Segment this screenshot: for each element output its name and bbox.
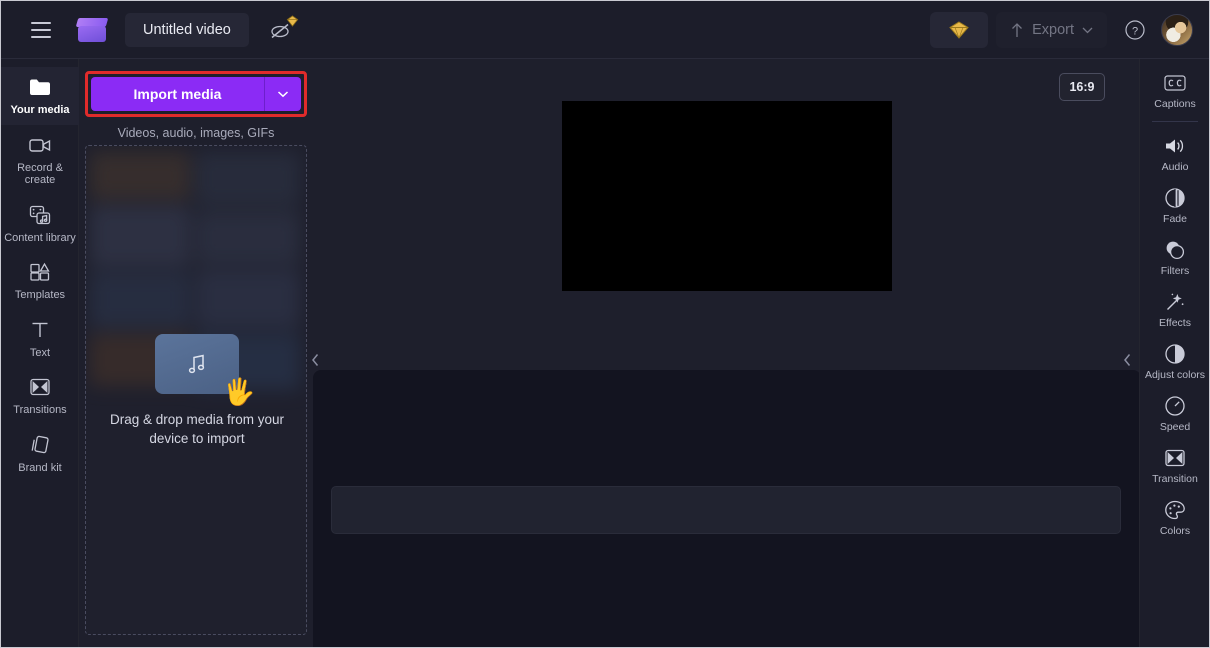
text-t-icon (28, 318, 52, 342)
user-avatar[interactable] (1161, 13, 1193, 46)
logo-body (78, 25, 106, 42)
timeline-panel[interactable] (313, 370, 1141, 647)
timeline-track[interactable] (331, 486, 1121, 534)
speaker-icon (1164, 135, 1186, 157)
top-toolbar: Untitled video Export ? (1, 1, 1209, 59)
media-dropzone[interactable]: 🖐 Drag & drop media from your device to … (85, 145, 307, 635)
right-item-filters[interactable]: Filters (1140, 232, 1209, 284)
sidebar-label: Content library (4, 231, 76, 244)
contrast-circle-icon (1164, 343, 1186, 365)
sidebar-label: Record & create (17, 161, 63, 187)
sidebar-label: Your media (10, 104, 70, 116)
chevron-down-icon (1082, 27, 1093, 33)
right-item-label: Speed (1159, 421, 1191, 433)
project-title-text: Untitled video (143, 21, 231, 38)
aspect-ratio-label: 16:9 (1069, 80, 1095, 94)
palette-icon (1164, 499, 1186, 521)
right-item-effects[interactable]: Effects (1140, 284, 1209, 336)
transitions-icon (28, 375, 52, 399)
sidebar-label: Transitions (13, 404, 67, 416)
project-title-input[interactable]: Untitled video (125, 12, 249, 47)
music-note-glyph (188, 354, 205, 374)
svg-text:?: ? (1132, 25, 1138, 37)
clipchamp-editor-window: Untitled video Export ? Your media Recor… (0, 0, 1210, 648)
folder-icon (28, 75, 52, 99)
content-library-icon (28, 203, 52, 227)
right-item-label: Fade (1163, 213, 1187, 225)
left-navigation-rail: Your media Record & create Content libra… (1, 59, 79, 647)
hamburger-menu-icon[interactable] (21, 10, 61, 50)
right-item-label: Audio (1161, 161, 1189, 173)
drag-hand-icon: 🖐 (222, 376, 256, 408)
right-item-captions[interactable]: Captions (1140, 65, 1209, 117)
right-item-adjust-colors[interactable]: Adjust colors (1140, 336, 1209, 388)
right-item-label: Colors (1159, 525, 1191, 537)
speedometer-icon (1164, 395, 1186, 417)
transition-icon (1164, 447, 1186, 469)
templates-grid-icon (28, 260, 52, 284)
right-item-label: Effects (1159, 317, 1191, 329)
right-item-fade[interactable]: Fade (1140, 180, 1209, 232)
clapperboard-logo-icon[interactable] (75, 16, 109, 44)
premium-diamond-button[interactable] (930, 11, 989, 48)
right-item-audio[interactable]: Audio (1140, 128, 1209, 180)
hamburger-bar (31, 21, 51, 24)
help-button[interactable]: ? (1117, 12, 1153, 48)
right-item-speed[interactable]: Speed (1140, 388, 1209, 440)
chevron-left-icon (311, 354, 318, 366)
right-properties-rail: Captions Audio Fade Filters Effects Adju… (1139, 59, 1209, 647)
sidebar-item-record-create[interactable]: Record & create (1, 125, 79, 195)
chevron-left-icon (1123, 354, 1130, 366)
hamburger-bar (31, 35, 51, 38)
import-media-subtitle: Videos, audio, images, GIFs (117, 126, 275, 140)
sidebar-item-content-library[interactable]: Content library (1, 195, 79, 253)
autosave-off-icon[interactable] (261, 12, 301, 48)
export-label: Export (1032, 21, 1074, 38)
right-item-label: Filters (1160, 265, 1190, 277)
sidebar-label: Text (29, 346, 51, 359)
sidebar-label: Brand kit (18, 461, 62, 474)
right-item-label: Captions (1154, 98, 1196, 110)
rail-divider (1151, 121, 1198, 122)
right-item-colors[interactable]: Colors (1140, 492, 1209, 544)
sidebar-item-brand-kit[interactable]: Brand kit (1, 425, 79, 483)
diamond-badge-icon (286, 14, 299, 27)
sidebar-item-templates[interactable]: Templates (1, 252, 79, 310)
import-media-dropdown-button[interactable] (265, 77, 301, 111)
import-media-label: Import media (133, 86, 222, 102)
captions-cc-icon (1164, 72, 1186, 94)
import-media-split-button[interactable]: Import media (91, 77, 301, 111)
music-note-card-icon: 🖐 (155, 334, 256, 408)
right-item-label: Adjust colors (1144, 369, 1206, 381)
aspect-ratio-button[interactable]: 16:9 (1059, 73, 1105, 101)
hamburger-bar (31, 28, 51, 31)
sidebar-item-text[interactable]: Text (1, 310, 79, 368)
your-media-panel: Import media Videos, audio, images, GIFs (79, 59, 313, 647)
magic-wand-icon (1164, 291, 1186, 313)
import-media-wrapper: Import media (85, 71, 307, 117)
export-button[interactable]: Export (996, 11, 1107, 48)
brand-kit-icon (28, 433, 52, 457)
dropzone-content: 🖐 Drag & drop media from your device to … (86, 146, 306, 634)
right-item-transition[interactable]: Transition (1140, 440, 1209, 492)
sidebar-item-your-media[interactable]: Your media (1, 67, 79, 125)
upload-arrow-icon (1012, 22, 1023, 37)
fade-circle-icon (1164, 187, 1186, 209)
chevron-down-icon (277, 91, 289, 98)
filters-circles-icon (1164, 239, 1186, 261)
sidebar-item-transitions[interactable]: Transitions (1, 367, 79, 425)
video-preview-canvas[interactable] (562, 101, 892, 291)
video-camera-icon (28, 133, 52, 157)
import-media-button[interactable]: Import media (91, 77, 265, 111)
dropzone-text: Drag & drop media from your device to im… (109, 412, 285, 446)
right-item-label: Transition (1152, 473, 1198, 485)
question-circle-icon: ? (1125, 19, 1145, 40)
diamond-icon (949, 20, 969, 39)
sidebar-label: Templates (14, 289, 66, 301)
